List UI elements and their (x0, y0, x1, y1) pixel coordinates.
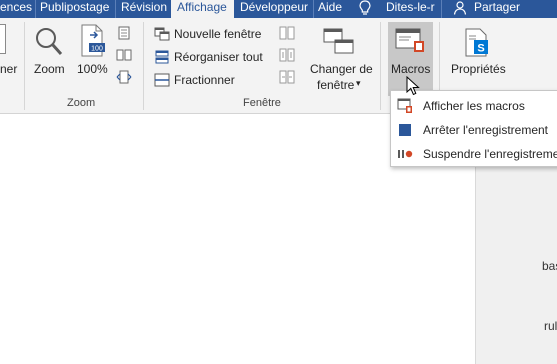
properties-button[interactable]: Propriétés (451, 62, 506, 76)
tab-help[interactable]: Aide (318, 0, 342, 18)
split-window-icon (154, 73, 170, 87)
group-separator (143, 22, 144, 110)
synchronous-scrolling-icon[interactable] (279, 48, 295, 62)
macros-label: Macros (391, 62, 431, 76)
menu-item-view-macros[interactable]: Afficher les macros (391, 95, 557, 117)
tab-review[interactable]: Révision (121, 0, 167, 18)
tab-view[interactable]: Affichage (171, 0, 234, 18)
tab-mailings[interactable]: Publipostage (40, 0, 109, 18)
svg-text:S: S (477, 43, 484, 55)
share-person-icon[interactable] (453, 1, 469, 15)
switch-windows-icon[interactable] (323, 28, 355, 56)
ribbon-tab-bar: ences Publipostage Révision Affichage Dé… (0, 0, 557, 18)
clipped-document-text: bas (542, 259, 557, 273)
zoom-button[interactable]: Zoom (34, 62, 65, 76)
view-macros-icon (397, 98, 412, 113)
macros-dropdown-menu: Afficher les macros Arrêter l'enregistre… (390, 90, 557, 167)
menu-item-label: Arrêter l'enregistrement (423, 123, 549, 137)
switch-windows-label-line1[interactable]: Changer de (310, 62, 373, 76)
arrange-all-icon (155, 50, 169, 64)
lightbulb-icon[interactable] (358, 0, 372, 16)
split-button[interactable]: Fractionner (154, 70, 235, 90)
menu-item-stop-recording[interactable]: Arrêter l'enregistrement (391, 119, 557, 141)
menu-item-label: Suspendre l'enregistreme (423, 147, 557, 161)
one-page-icon[interactable] (117, 26, 131, 40)
menu-item-label: Afficher les macros (423, 99, 525, 113)
tab-separator (313, 0, 314, 18)
tab-developer[interactable]: Développeur (240, 0, 308, 18)
zoom-magnifier-icon[interactable] (34, 26, 64, 58)
hundred-icon-text: 100 (91, 46, 103, 53)
multiple-pages-icon[interactable] (116, 48, 132, 62)
hundred-percent-icon[interactable]: 100 (80, 24, 106, 58)
tab-separator (115, 0, 116, 18)
partial-command-label[interactable]: ner (0, 62, 17, 76)
reset-window-position-icon[interactable] (279, 70, 295, 84)
mouse-pointer-icon (406, 76, 420, 96)
pause-recording-icon (398, 150, 413, 158)
switch-windows-label-line2[interactable]: fenêtre (317, 78, 354, 92)
group-separator (380, 22, 381, 110)
page-icon (0, 24, 6, 54)
hundred-percent-button[interactable]: 100% (77, 62, 108, 76)
sharepoint-properties-icon[interactable]: S (462, 28, 492, 58)
arrange-all-label: Réorganiser tout (174, 50, 263, 64)
split-label: Fractionner (174, 73, 235, 87)
group-separator (24, 22, 25, 110)
view-side-by-side-icon[interactable] (279, 26, 295, 40)
menu-item-pause-recording[interactable]: Suspendre l'enregistreme (391, 143, 557, 165)
new-window-button[interactable]: Nouvelle fenêtre (154, 24, 261, 44)
tab-separator (35, 0, 36, 18)
tab-references[interactable]: ences (0, 0, 32, 18)
tab-separator (441, 0, 442, 18)
new-window-label: Nouvelle fenêtre (174, 27, 262, 41)
page-width-icon[interactable] (116, 70, 132, 84)
tell-me-search[interactable]: Dites-le-r (386, 0, 435, 18)
share-button[interactable]: Partager (474, 0, 520, 18)
new-window-icon (154, 27, 170, 41)
window-group-label: Fenêtre (243, 97, 281, 109)
clipped-document-text: rul (544, 319, 557, 333)
switch-windows-dropdown-arrow[interactable]: ▾ (356, 78, 361, 89)
stop-recording-icon (399, 124, 411, 136)
arrange-all-button[interactable]: Réorganiser tout (154, 47, 263, 67)
macros-icon (395, 28, 424, 52)
zoom-group-label: Zoom (67, 97, 96, 109)
